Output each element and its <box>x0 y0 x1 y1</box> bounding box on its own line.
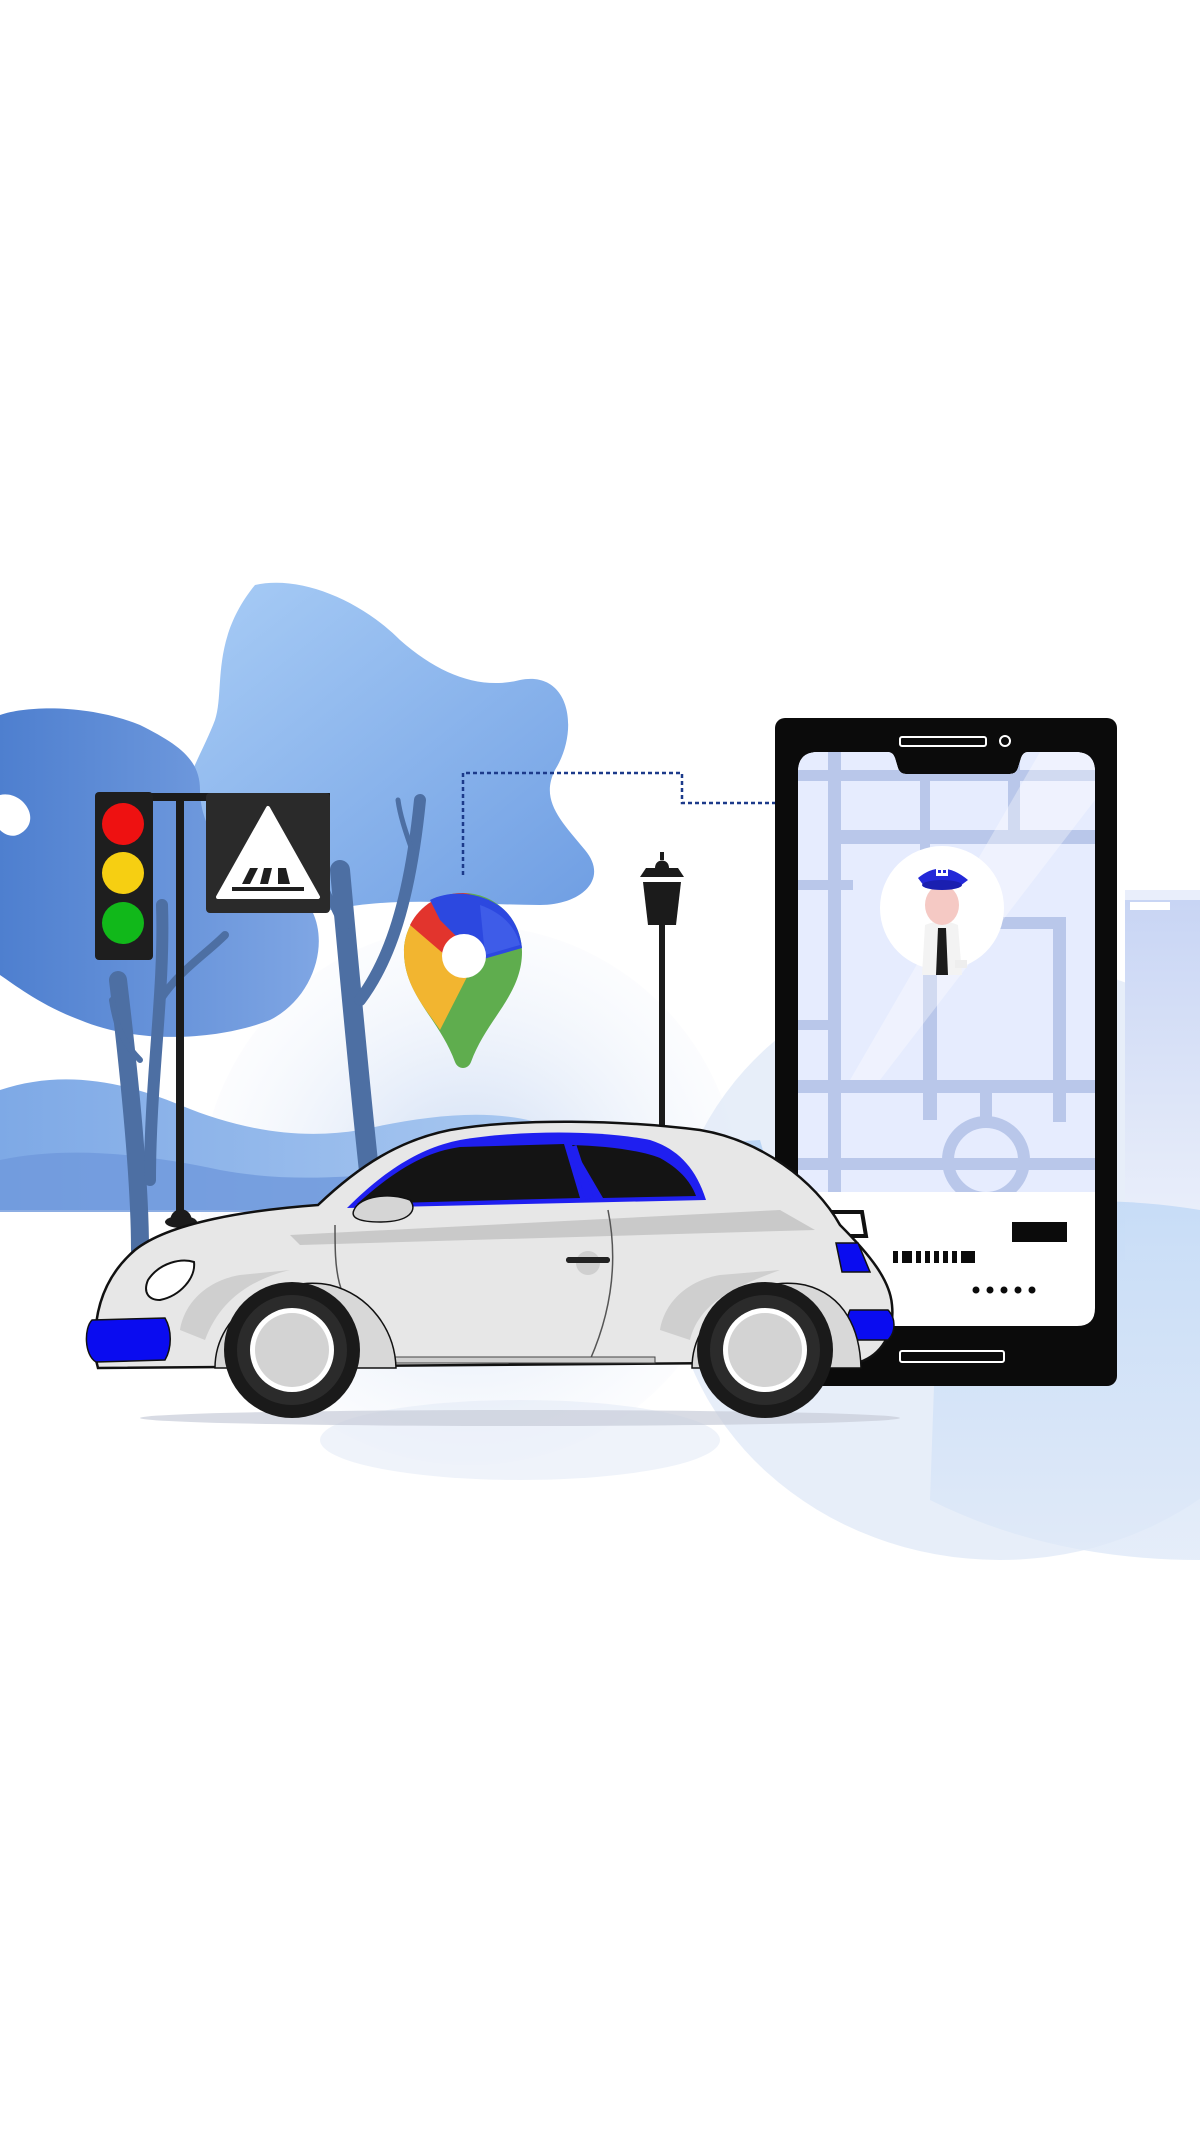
taxi-booking-illustration <box>0 582 1200 1560</box>
pedestrian-crossing-icon <box>206 793 330 913</box>
car-wheel <box>697 1282 833 1418</box>
car-wheel <box>224 1282 360 1418</box>
background-building <box>1120 870 1200 1260</box>
